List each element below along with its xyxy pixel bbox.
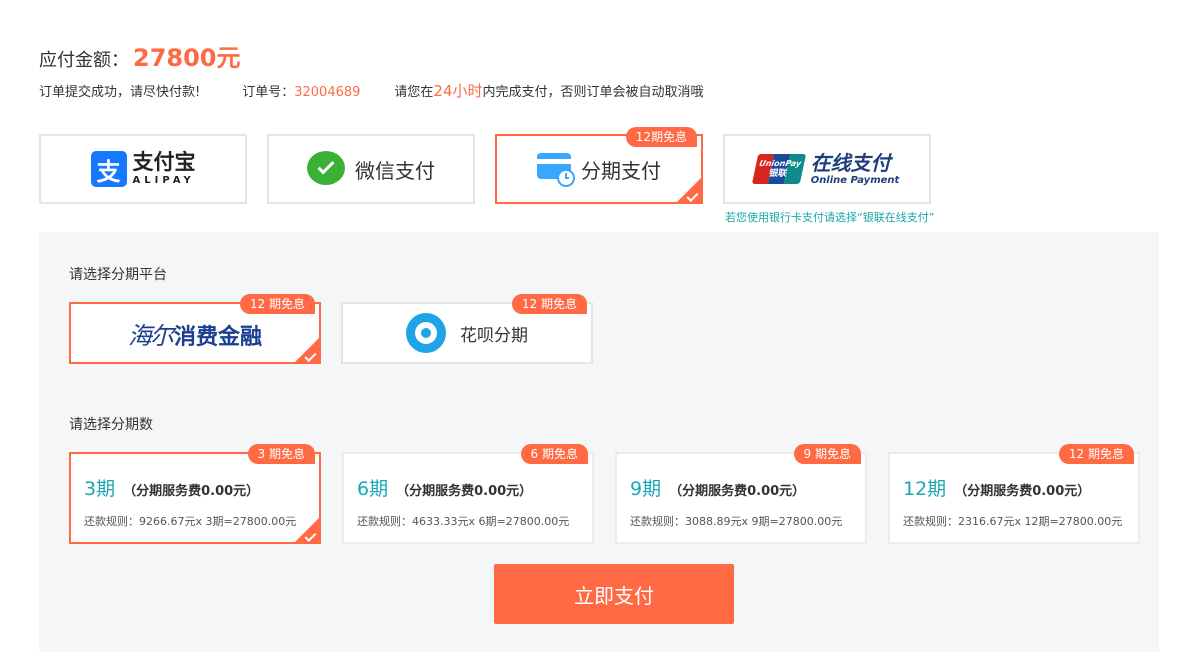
period-promo-badge: 12 期免息 <box>1059 444 1134 464</box>
platform-promo-badge: 12 期免息 <box>240 294 315 314</box>
amount-row: 应付金额： 27800元 <box>39 38 241 73</box>
unionpay-label: 在线支付 <box>811 153 900 173</box>
period-section-title: 请选择分期数 <box>69 414 153 434</box>
period-count: 9期 <box>630 474 661 501</box>
unionpay-logo-bottom: 银联 <box>753 170 803 179</box>
payment-method-alipay[interactable]: 支 支付宝 ALIPAY <box>39 134 247 204</box>
alipay-logo-text: 支付宝 ALIPAY <box>133 152 196 186</box>
period-option-12[interactable]: 12期 （分期服务费0.00元） 还款规则：2316.67元x 12期=2780… <box>888 452 1140 544</box>
period-fee: （分期服务费0.00元） <box>954 480 1090 499</box>
period-option-9[interactable]: 9期 （分期服务费0.00元） 还款规则：3088.89元x 9期=27800.… <box>615 452 867 544</box>
wechat-icon <box>307 151 347 187</box>
amount-value: 27800元 <box>133 38 241 73</box>
order-info-row: 订单提交成功，请尽快付款! 订单号： 32004689 请您在 24小时 内完成… <box>39 80 704 101</box>
order-number-label: 订单号： <box>242 81 294 100</box>
platform-huabei[interactable]: 花呗分期 12 期免息 <box>341 302 593 364</box>
platform-section-title: 请选择分期平台 <box>69 264 167 284</box>
haier-consumer-finance-logo: 海尔 消费金融 <box>128 316 262 351</box>
platform-haier[interactable]: 海尔 消费金融 12 期免息 <box>69 302 321 364</box>
installment-promo-badge: 12期免息 <box>626 127 697 147</box>
period-count: 6期 <box>357 474 388 501</box>
period-promo-badge: 6 期免息 <box>521 444 588 464</box>
order-success-text: 订单提交成功，请尽快付款! <box>39 81 200 100</box>
period-count: 3期 <box>84 474 115 501</box>
haier-logo-script: 海尔 <box>128 316 172 351</box>
alipay-label: 支付宝 <box>133 152 196 173</box>
payment-method-installment[interactable]: 分期支付 12期免息 <box>495 134 703 204</box>
period-repayment-rule: 还款规则：4633.33元x 6期=27800.00元 <box>357 513 569 529</box>
period-option-6[interactable]: 6期 （分期服务费0.00元） 还款规则：4633.33元x 6期=27800.… <box>342 452 594 544</box>
period-option-3[interactable]: 3期 （分期服务费0.00元） 还款规则：9266.67元x 3期=27800.… <box>69 452 321 544</box>
period-count: 12期 <box>903 474 946 501</box>
unionpay-logo-text: 在线支付 Online Payment <box>811 153 900 186</box>
payment-method-unionpay[interactable]: UnionPay 银联 在线支付 Online Payment <box>723 134 931 204</box>
pay-now-button[interactable]: 立即支付 <box>494 564 734 624</box>
period-repayment-rule: 还款规则：2316.67元x 12期=27800.00元 <box>903 513 1122 529</box>
period-fee: （分期服务费0.00元） <box>669 480 805 499</box>
payment-method-wechat[interactable]: 微信支付 <box>267 134 475 204</box>
alipay-icon: 支 <box>91 151 127 187</box>
period-promo-badge: 3 期免息 <box>248 444 315 464</box>
installment-label: 分期支付 <box>581 155 661 184</box>
period-fee: （分期服务费0.00元） <box>396 480 532 499</box>
deadline-suffix: 内完成支付，否则订单会被自动取消哦 <box>483 81 704 100</box>
amount-label: 应付金额： <box>39 46 129 72</box>
period-repayment-rule: 还款规则：3088.89元x 9期=27800.00元 <box>630 513 842 529</box>
installment-card-icon <box>537 153 573 185</box>
platform-promo-badge: 12 期免息 <box>512 294 587 314</box>
huabei-label: 花呗分期 <box>460 321 528 346</box>
installment-panel: 请选择分期平台 海尔 消费金融 12 期免息 花呗分期 12 期免息 请选择分期… <box>39 232 1159 652</box>
wechat-label: 微信支付 <box>355 155 435 184</box>
huabei-icon <box>406 313 446 353</box>
unionpay-logo-top: UnionPay <box>755 160 805 168</box>
order-number: 32004689 <box>294 85 360 100</box>
unionpay-logo-icon: UnionPay 银联 <box>751 154 805 184</box>
unionpay-label-en: Online Payment <box>811 176 900 186</box>
deadline-prefix: 请您在 <box>394 81 433 100</box>
unionpay-hint: 若您使用银行卡支付请选择“银联在线支付” <box>725 209 934 225</box>
period-repayment-rule: 还款规则：9266.67元x 3期=27800.00元 <box>84 513 296 529</box>
deadline-value: 24小时 <box>433 80 482 101</box>
period-fee: （分期服务费0.00元） <box>123 480 259 499</box>
period-promo-badge: 9 期免息 <box>794 444 861 464</box>
haier-logo-cn: 消费金融 <box>174 319 262 351</box>
alipay-label-en: ALIPAY <box>133 176 196 186</box>
